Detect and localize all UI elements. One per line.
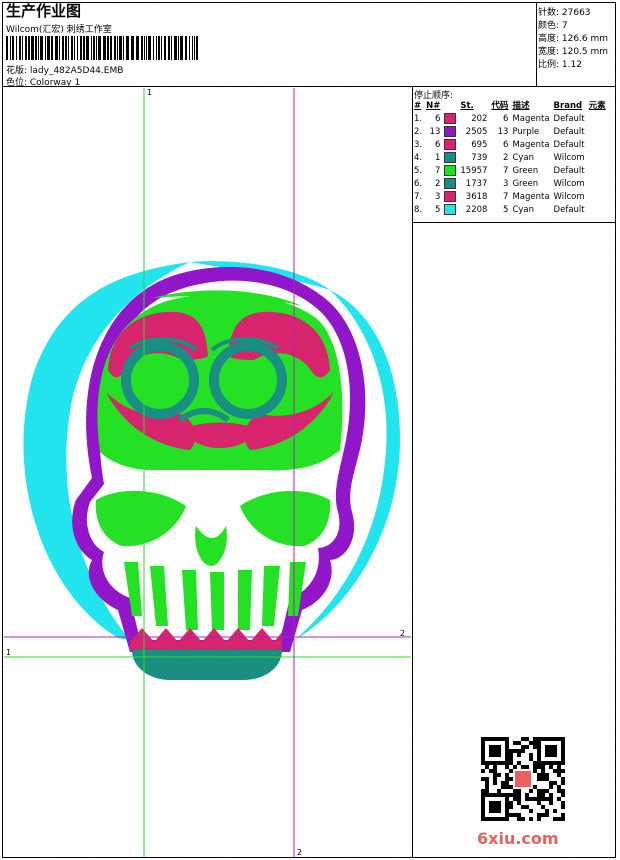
stitch-texture — [0, 0, 620, 860]
guide-label-v2: 2 — [297, 848, 303, 857]
guide-label-h2: 2 — [400, 629, 406, 638]
guide-label-h1: 1 — [6, 648, 12, 657]
site-brand: 6xiu.com — [477, 829, 559, 848]
guide-label-v1: 1 — [147, 88, 153, 97]
qr-code-icon — [481, 737, 565, 821]
embroidery-design — [0, 0, 620, 860]
